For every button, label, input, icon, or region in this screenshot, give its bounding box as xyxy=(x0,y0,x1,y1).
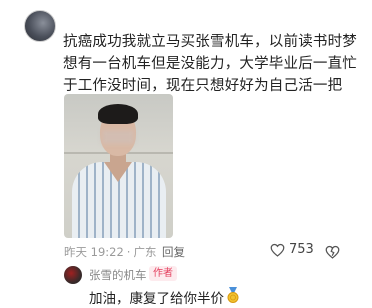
like-button[interactable]: 753 xyxy=(270,242,314,257)
photo-hair xyxy=(98,104,138,124)
author-badge: 作者 xyxy=(149,266,177,281)
photo-blur-mask xyxy=(102,130,134,144)
dislike-icon xyxy=(325,245,340,259)
reply-avatar[interactable] xyxy=(64,266,82,284)
reply-text: 加油，康复了给你半价 xyxy=(89,287,239,307)
medal-icon xyxy=(227,287,239,307)
meta-separator: · xyxy=(126,245,131,259)
post-text: 抗癌成功我就立马买张雪机车，以前读书时梦想有一台机车但是没能力，大学毕业后一直忙… xyxy=(63,34,357,94)
post-photo[interactable] xyxy=(64,94,173,238)
like-count: 753 xyxy=(289,242,314,257)
reply-author-name[interactable]: 张雪的机车 xyxy=(89,267,147,283)
post-time: 昨天 19:22 xyxy=(64,245,124,259)
user-avatar[interactable] xyxy=(24,10,56,42)
heart-icon xyxy=(270,243,285,257)
dislike-button[interactable] xyxy=(325,244,340,263)
post-meta: 昨天 19:22 · 广东 xyxy=(64,244,156,260)
reply-button[interactable]: 回复 xyxy=(162,244,185,260)
reply-text-content: 加油，康复了给你半价 xyxy=(89,291,224,307)
post-location: 广东 xyxy=(133,245,157,259)
